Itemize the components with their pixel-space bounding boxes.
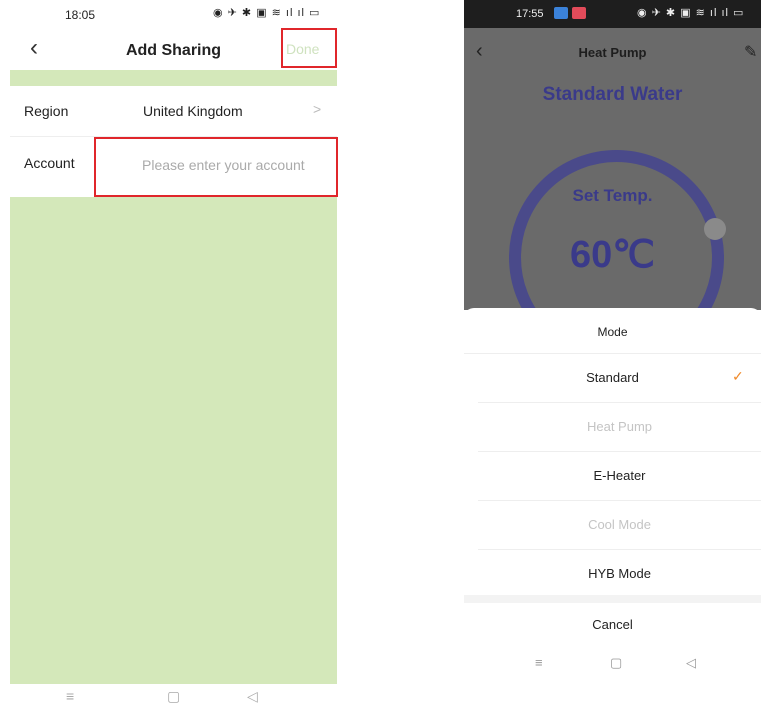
mode-option-hyb-mode[interactable]: HYB Mode xyxy=(478,549,761,598)
mode-option-heat-pump: Heat Pump xyxy=(478,402,761,451)
status-bar: 18:05 ◉ ✈ ✱ ▣ ≋ ıl ıl ▭ xyxy=(10,0,337,28)
mode-option-e-heater[interactable]: E-Heater xyxy=(478,451,761,500)
device-title: Heat Pump xyxy=(578,45,647,60)
region-label: Region xyxy=(24,103,69,119)
sheet-title: Mode xyxy=(597,325,628,339)
done-highlight-box xyxy=(281,28,337,68)
region-value: United Kingdom xyxy=(143,103,243,119)
mode-option-cool-mode: Cool Mode xyxy=(478,500,761,549)
edit-icon[interactable]: ✎ xyxy=(744,42,757,62)
option-label: Cool Mode xyxy=(588,517,651,532)
notification-app-icon xyxy=(572,7,586,19)
back-nav-icon[interactable]: ◁ xyxy=(686,655,696,671)
chevron-right-icon: > xyxy=(313,101,322,117)
check-icon: ✓ xyxy=(732,368,744,384)
status-time: 18:05 xyxy=(65,8,96,22)
home-icon[interactable]: ▢ xyxy=(610,655,622,671)
empty-area xyxy=(10,197,337,684)
notification-app-icon xyxy=(554,7,568,19)
status-time: 17:55 xyxy=(516,8,544,20)
menu-icon[interactable]: ≡ xyxy=(66,688,74,704)
status-icons: ◉ ✈ ✱ ▣ ≋ ıl ıl ▭ xyxy=(213,7,321,19)
status-icons: ◉ ✈ ✱ ▣ ≋ ıl ıl ▭ xyxy=(637,7,745,19)
mode-option-standard[interactable]: Standard ✓ xyxy=(464,353,761,402)
back-nav-icon[interactable]: ◁ xyxy=(247,688,258,705)
spacer xyxy=(10,70,337,86)
option-label: HYB Mode xyxy=(588,566,651,581)
add-sharing-screen: 18:05 ◉ ✈ ✱ ▣ ≋ ıl ıl ▭ ‹ Add Sharing Do… xyxy=(10,0,338,710)
account-highlight-box xyxy=(94,137,338,197)
current-mode-heading: Standard Water xyxy=(542,84,683,105)
heat-pump-screen: 17:55 ◉ ✈ ✱ ▣ ≋ ıl ıl ▭ ‹ Heat Pump ✎ St… xyxy=(464,0,761,710)
mode-bottom-sheet: Mode Standard ✓ Heat Pump E-Heater Cool … xyxy=(464,308,761,710)
account-label: Account xyxy=(24,155,75,171)
set-temp-label: Set Temp. xyxy=(572,186,653,205)
divider xyxy=(464,595,761,603)
temperature-value: 60℃ xyxy=(570,234,655,276)
region-row[interactable]: Region United Kingdom > xyxy=(10,86,337,137)
cancel-button[interactable]: Cancel xyxy=(464,617,761,632)
home-icon[interactable]: ▢ xyxy=(167,688,180,705)
system-nav-bar: ≡ ▢ ◁ xyxy=(10,686,337,710)
menu-icon[interactable]: ≡ xyxy=(535,655,543,670)
status-bar: 17:55 ◉ ✈ ✱ ▣ ≋ ıl ıl ▭ xyxy=(464,0,761,28)
option-label: E-Heater xyxy=(593,468,646,483)
option-label: Heat Pump xyxy=(586,419,653,434)
option-label: Standard xyxy=(586,370,639,385)
